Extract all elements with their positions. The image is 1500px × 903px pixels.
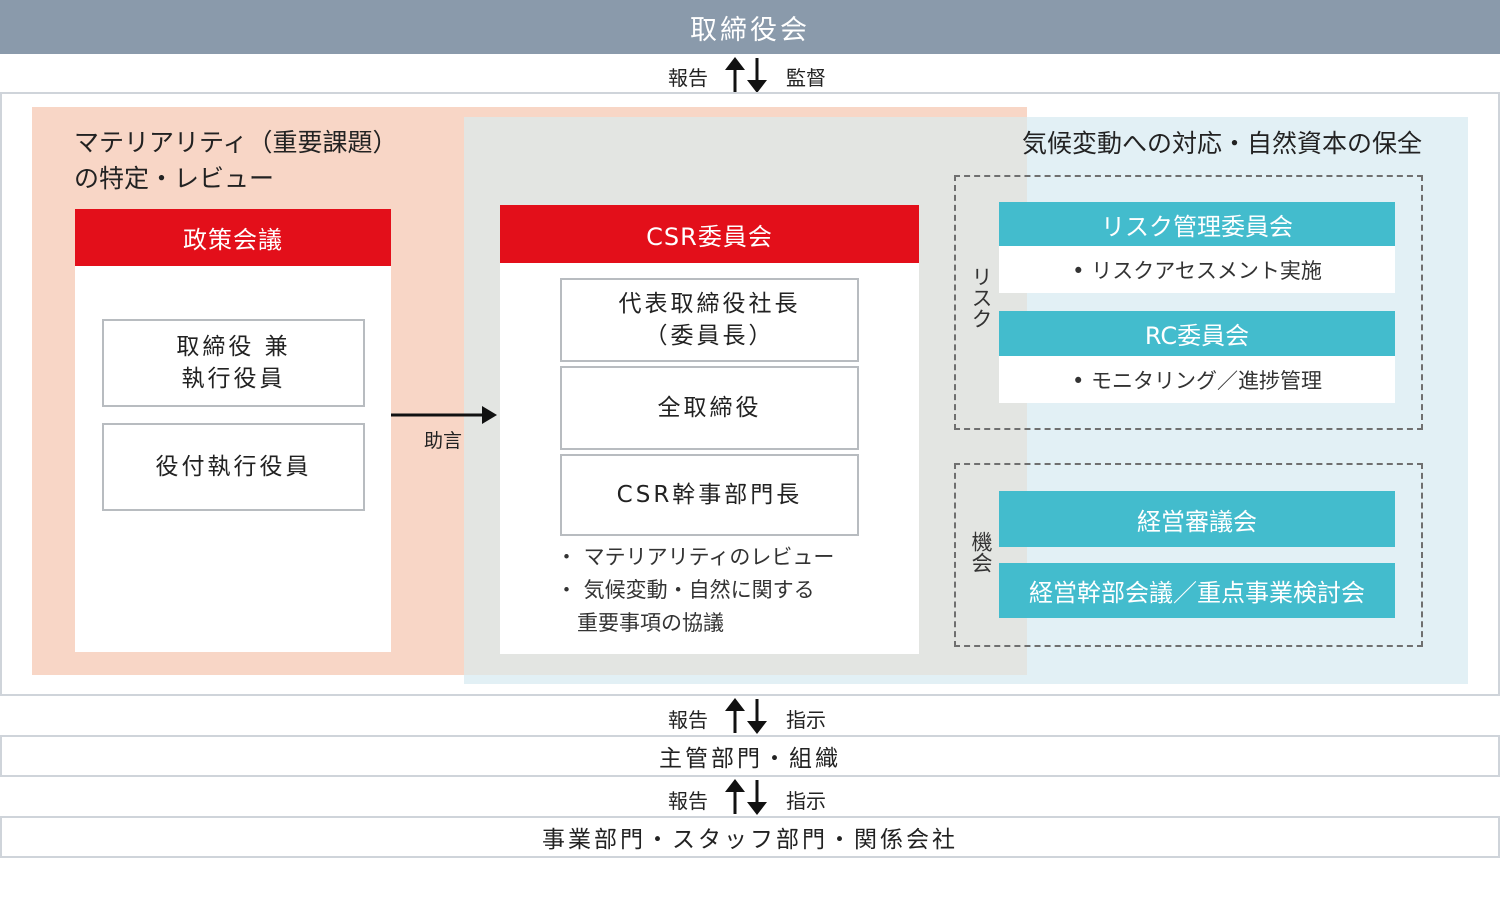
policy-meeting-header: 政策会議 bbox=[75, 209, 391, 266]
csr-bullets: ・ マテリアリティのレビュー ・ 気候変動・自然に関する 重要事項の協議 bbox=[556, 541, 834, 640]
board-of-directors: 取締役会 bbox=[0, 0, 1500, 54]
risk-management-committee-label: リスク管理委員会 bbox=[1101, 212, 1293, 241]
director-executive-box: 取締役 兼 執行役員 bbox=[102, 319, 365, 407]
president-line1: 代表取締役社長 bbox=[618, 291, 801, 317]
policy-meeting-label: 政策会議 bbox=[183, 226, 283, 254]
monitoring-note: • モニタリング／進捗管理 bbox=[999, 356, 1395, 403]
senior-executive-label: 役付執行役員 bbox=[155, 454, 312, 480]
executive-meeting-label: 経営幹部会議／重点事業検討会 bbox=[1029, 579, 1365, 607]
report-supervise-arrows bbox=[725, 57, 767, 93]
instruct-label-bottom: 指示 bbox=[786, 789, 826, 813]
csr-committee-header: CSR委員会 bbox=[500, 205, 919, 263]
monitoring-label: • モニタリング／進捗管理 bbox=[1071, 368, 1323, 393]
president-box: 代表取締役社長 （委員長） bbox=[560, 278, 859, 362]
risk-management-committee: リスク管理委員会 bbox=[999, 202, 1395, 246]
all-directors-box: 全取締役 bbox=[560, 366, 859, 450]
board-label: 取締役会 bbox=[690, 14, 810, 46]
senior-executive-box: 役付執行役員 bbox=[102, 423, 365, 511]
responsible-departments-label: 主管部門・組織 bbox=[659, 746, 841, 772]
business-divisions-label: 事業部門・スタッフ部門・関係会社 bbox=[542, 827, 958, 853]
report-instruct-arrows-mid bbox=[725, 698, 767, 734]
report-instruct-arrows-bottom bbox=[725, 779, 767, 815]
report-label-mid: 報告 bbox=[668, 708, 708, 732]
advice-arrow bbox=[391, 406, 497, 424]
rc-committee-label: RC委員会 bbox=[1144, 322, 1250, 350]
all-directors-label: 全取締役 bbox=[657, 395, 762, 421]
risk-assessment-label: • リスクアセスメント実施 bbox=[1072, 258, 1322, 283]
advice-label: 助言 bbox=[424, 430, 463, 452]
business-divisions: 事業部門・スタッフ部門・関係会社 bbox=[0, 816, 1500, 858]
instruct-label-mid: 指示 bbox=[786, 708, 826, 732]
risk-assessment-note: • リスクアセスメント実施 bbox=[999, 246, 1395, 293]
csr-secretariat-label: CSR幹事部門長 bbox=[616, 482, 803, 508]
management-council-label: 経営審議会 bbox=[1137, 507, 1257, 536]
management-council: 経営審議会 bbox=[999, 491, 1395, 547]
csr-bullet-2: ・ 気候変動・自然に関する bbox=[556, 578, 815, 602]
csr-bullet-1: ・ マテリアリティのレビュー bbox=[556, 545, 835, 569]
responsible-departments: 主管部門・組織 bbox=[0, 735, 1500, 777]
csr-committee-label: CSR委員会 bbox=[646, 222, 773, 251]
risk-label: リスク bbox=[969, 266, 993, 329]
opportunity-label: 機会 bbox=[969, 531, 993, 573]
director-executive-line1: 取締役 兼 bbox=[176, 334, 291, 360]
director-executive-line2: 執行役員 bbox=[181, 366, 286, 392]
csr-bullet-2-cont: 重要事項の協議 bbox=[577, 611, 724, 635]
rc-committee: RC委員会 bbox=[999, 311, 1395, 356]
report-label-bottom: 報告 bbox=[668, 789, 708, 813]
supervise-label: 監督 bbox=[786, 66, 826, 90]
report-label-top: 報告 bbox=[668, 66, 708, 90]
materiality-title-line2: の特定・レビュー bbox=[74, 164, 275, 193]
president-line2: （委員長） bbox=[644, 323, 775, 349]
materiality-title-line1: マテリアリティ（重要課題） bbox=[74, 128, 398, 157]
materiality-title: マテリアリティ（重要課題） の特定・レビュー bbox=[74, 125, 398, 197]
climate-title: 気候変動への対応・自然資本の保全 bbox=[1021, 129, 1422, 158]
executive-meeting: 経営幹部会議／重点事業検討会 bbox=[999, 563, 1395, 618]
csr-secretariat-box: CSR幹事部門長 bbox=[560, 454, 859, 536]
